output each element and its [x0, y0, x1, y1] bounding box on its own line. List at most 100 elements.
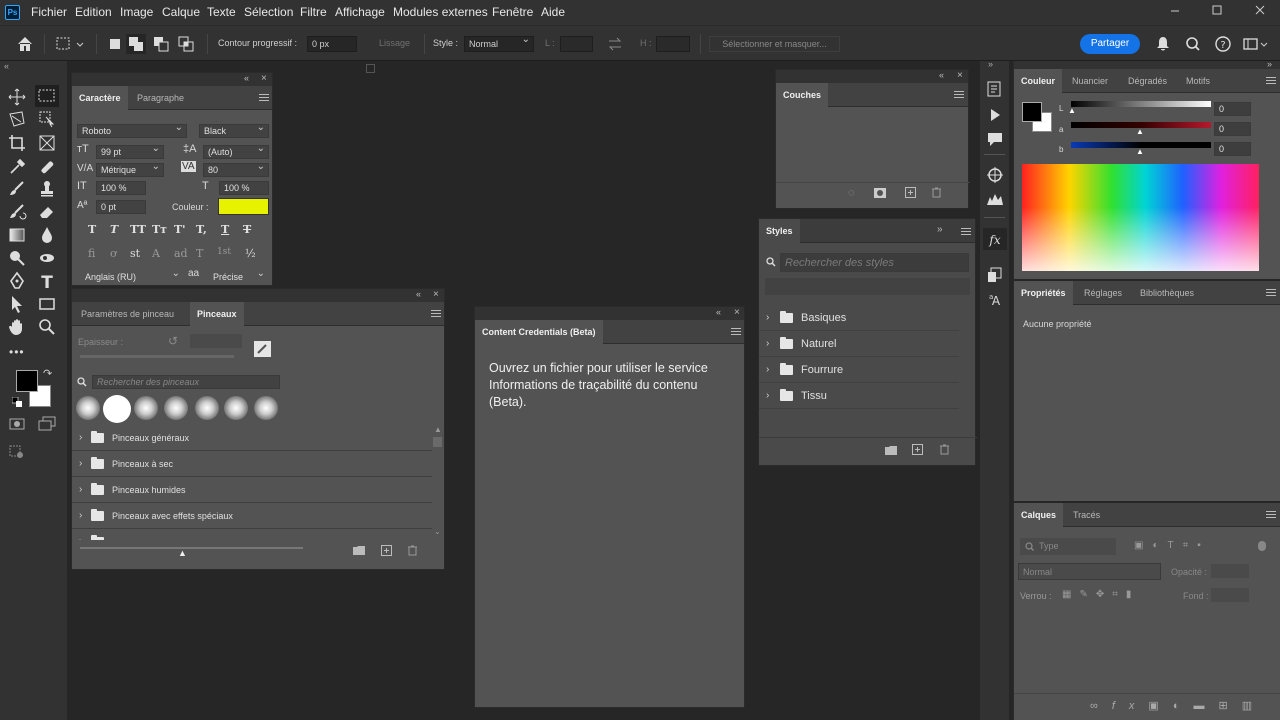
superscript-button[interactable]: T': [174, 223, 186, 236]
layer-filter-icons[interactable]: ▣◐T⌗▪: [1134, 540, 1264, 552]
menu-fichier[interactable]: Fichier: [31, 5, 67, 19]
list-item[interactable]: › Pinceaux avec effets spéciaux: [72, 503, 432, 529]
paragraph-styles-icon[interactable]: [985, 265, 1005, 285]
collapse-dock-icon[interactable]: »: [988, 59, 993, 69]
feather-input[interactable]: 0 px: [307, 36, 357, 52]
b-value-input[interactable]: 0: [1214, 142, 1251, 156]
foreground-color-swatch[interactable]: [16, 370, 38, 392]
font-family-select[interactable]: Roboto: [77, 124, 187, 138]
close-panel-icon[interactable]: ×: [433, 289, 439, 300]
pen-tool-icon[interactable]: [7, 271, 27, 291]
brush-tool-icon[interactable]: [7, 179, 27, 199]
width-input[interactable]: [560, 36, 593, 52]
discretionary-ligatures-button[interactable]: st: [130, 247, 140, 260]
tracking-select[interactable]: 80: [203, 163, 269, 177]
edit-toolbar-icon[interactable]: [7, 441, 27, 461]
tab-degrades[interactable]: Dégradés: [1121, 69, 1174, 93]
list-item[interactable]: › Pinceaux humides: [72, 477, 432, 503]
smudge-tool-icon[interactable]: [37, 248, 57, 268]
list-item[interactable]: › Tissu: [759, 383, 959, 409]
link-layers-icon[interactable]: ∞: [1090, 700, 1112, 712]
close-panel-icon[interactable]: ×: [734, 307, 740, 318]
object-selection-icon[interactable]: [37, 109, 57, 129]
help-icon[interactable]: ?: [1213, 34, 1233, 54]
strikethrough-button[interactable]: T: [243, 223, 251, 236]
font-style-select[interactable]: Black: [199, 124, 269, 138]
eraser-tool-icon[interactable]: [37, 202, 57, 222]
type-tool-icon[interactable]: T: [37, 271, 57, 291]
collapse-panel-icon[interactable]: «: [416, 289, 421, 299]
brush-preset-6[interactable]: [224, 396, 248, 420]
home-icon[interactable]: [15, 34, 35, 54]
horizontal-scale-input[interactable]: 100 %: [219, 181, 269, 195]
adjustment-icon[interactable]: ◐: [1173, 700, 1194, 712]
tab-brush-settings[interactable]: Paramètres de pinceau: [74, 302, 181, 326]
panel-menu-icon[interactable]: [431, 310, 441, 317]
list-item[interactable]: › Pinceaux généraux: [72, 425, 432, 451]
new-group-icon[interactable]: ▬: [1193, 700, 1218, 712]
menu-image[interactable]: Image: [120, 5, 153, 19]
scrollbar[interactable]: [433, 437, 442, 447]
crop-tool-icon[interactable]: [7, 133, 27, 153]
color-spectrum[interactable]: [1022, 164, 1259, 271]
new-group-icon[interactable]: [353, 545, 365, 555]
new-brush-preset-icon[interactable]: [381, 545, 392, 556]
list-item[interactable]: › Basiques: [759, 305, 959, 331]
menu-calque[interactable]: Calque: [162, 5, 200, 19]
panel-menu-icon[interactable]: [1266, 77, 1276, 84]
preview-size-slider[interactable]: [80, 547, 303, 549]
marquee-preset-icon[interactable]: [55, 34, 84, 54]
reset-size-icon[interactable]: ↺: [168, 334, 178, 348]
new-style-icon[interactable]: [912, 444, 923, 455]
vertical-scale-input[interactable]: 100 %: [96, 181, 146, 195]
trash-icon[interactable]: [931, 187, 942, 198]
trash-icon[interactable]: [939, 444, 950, 455]
collapse-panel-icon[interactable]: »: [1267, 59, 1272, 69]
l-slider-handle[interactable]: ▲: [1068, 106, 1076, 115]
collapse-panel-icon[interactable]: «: [244, 73, 249, 83]
lock-icons[interactable]: ▦✎✥⌗▮: [1062, 589, 1154, 601]
select-and-mask-button[interactable]: Sélectionner et masquer...: [709, 36, 840, 52]
brush-size-slider[interactable]: [80, 355, 234, 358]
eyedropper-icon[interactable]: [7, 157, 27, 177]
fill-input[interactable]: [1211, 588, 1249, 602]
swash-button[interactable]: A: [152, 247, 160, 260]
blur-tool-icon[interactable]: [37, 225, 57, 245]
actions-panel-icon[interactable]: [985, 105, 1005, 125]
brush-preset-4[interactable]: [164, 396, 188, 420]
tab-proprietes[interactable]: Propriétés: [1014, 281, 1073, 305]
baseline-input[interactable]: 0 pt: [96, 200, 146, 214]
menu-edition[interactable]: Edition: [75, 5, 112, 19]
blend-mode-select[interactable]: Normal: [1018, 563, 1161, 580]
tab-couleur[interactable]: Couleur: [1014, 69, 1063, 93]
collapse-panel-icon[interactable]: «: [716, 307, 721, 317]
tab-styles[interactable]: Styles: [759, 219, 800, 243]
stamp-tool-icon[interactable]: [37, 179, 57, 199]
panel-menu-icon[interactable]: [954, 91, 964, 98]
a-value-input[interactable]: 0: [1214, 122, 1251, 136]
expand-panel-icon[interactable]: »: [937, 224, 943, 235]
b-slider-handle[interactable]: ▲: [1136, 147, 1144, 156]
path-selection-icon[interactable]: [7, 294, 27, 314]
tab-bibliotheques[interactable]: Bibliothèques: [1133, 281, 1201, 305]
bell-icon[interactable]: [1153, 34, 1173, 54]
filter-toggle[interactable]: [1258, 541, 1266, 551]
titling-alternates-button[interactable]: T: [196, 247, 203, 260]
brush-preset-1[interactable]: [76, 396, 100, 420]
tab-couches[interactable]: Couches: [776, 83, 829, 107]
font-size-select[interactable]: 99 pt: [96, 145, 164, 159]
menu-texte[interactable]: Texte: [207, 5, 236, 19]
tab-pinceaux[interactable]: Pinceaux: [190, 302, 244, 326]
glyphs-panel-icon[interactable]: Aa: [985, 289, 1005, 309]
brush-preset-5[interactable]: [195, 396, 219, 420]
new-channel-icon[interactable]: [905, 187, 916, 198]
menu-fenetre[interactable]: Fenêtre: [492, 5, 533, 19]
load-selection-icon[interactable]: ◌: [848, 187, 855, 199]
antialias-select[interactable]: Précise: [208, 270, 269, 284]
collapse-panel-icon[interactable]: «: [939, 70, 944, 80]
tab-traces[interactable]: Tracés: [1066, 503, 1107, 527]
list-item[interactable]: › Fourrure: [759, 357, 959, 383]
a-slider-handle[interactable]: ▲: [1136, 127, 1144, 136]
frame-tool-icon[interactable]: [37, 133, 57, 153]
faux-bold-button[interactable]: T: [88, 223, 96, 236]
